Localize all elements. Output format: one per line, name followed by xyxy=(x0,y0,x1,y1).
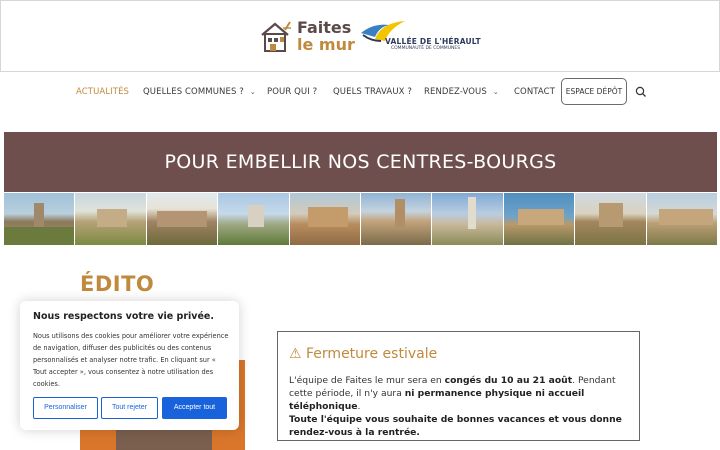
edito-image-building xyxy=(116,430,212,450)
notice-title: ⚠ Fermeture estivale xyxy=(289,346,437,362)
summer-closure-notice: ⚠ Fermeture estivale L'équipe de Faites … xyxy=(277,331,640,441)
nav-rendez-vous[interactable]: RENDEZ-VOUS ⌄ xyxy=(424,78,499,106)
village-photo xyxy=(361,193,432,245)
village-photo xyxy=(575,193,646,245)
village-photo xyxy=(646,193,718,245)
search-icon[interactable] xyxy=(634,85,648,99)
village-photo xyxy=(432,193,503,245)
warning-icon: ⚠ xyxy=(289,346,302,362)
cookie-text: Nous utilisons des cookies pour améliore… xyxy=(33,332,229,388)
notice-title-text: Fermeture estivale xyxy=(306,346,438,362)
cookie-consent-dialog: Nous respectons votre vie privée. Nous u… xyxy=(20,301,239,430)
notice-text: . xyxy=(357,401,361,412)
cookie-customize-button[interactable]: Personnaliser xyxy=(33,397,98,419)
logo-line-2: le mur xyxy=(297,35,355,54)
chevron-down-icon: ⌄ xyxy=(492,88,499,96)
village-photo xyxy=(4,193,75,245)
nav-quelles-communes[interactable]: QUELLES COMMUNES ? ⌄ xyxy=(143,78,256,106)
cookie-accept-button[interactable]: Accepter tout xyxy=(162,397,227,419)
village-photo xyxy=(218,193,289,245)
notice-text: L'équipe de Faites le mur sera en xyxy=(289,375,445,386)
village-photo xyxy=(75,193,146,245)
notice-body: L'équipe de Faites le mur sera en congés… xyxy=(289,374,629,439)
faites-le-mur-logo[interactable]: Faites le mur xyxy=(259,19,355,55)
village-photo xyxy=(503,193,575,245)
village-photo-strip xyxy=(4,193,718,245)
vallee-name: VALLÉE DE L'HÉRAULT xyxy=(385,37,481,46)
village-photo xyxy=(146,193,218,245)
banner-title: POUR EMBELLIR NOS CENTRES-BOURGS xyxy=(164,151,557,173)
village-photo xyxy=(289,193,361,245)
chevron-down-icon: ⌄ xyxy=(249,88,256,96)
espace-depot-button[interactable]: ESPACE DÉPÔT xyxy=(561,78,627,105)
main-nav: ACTUALITÉS QUELLES COMMUNES ? ⌄ POUR QUI … xyxy=(0,78,720,106)
nav-actualites[interactable]: ACTUALITÉS xyxy=(76,78,129,106)
nav-contact[interactable]: CONTACT xyxy=(514,78,555,106)
nav-pour-qui[interactable]: POUR QUI ? xyxy=(267,78,317,106)
house-logo-icon xyxy=(261,21,291,52)
notice-wishes: Toute l'équipe vous souhaite de bonnes v… xyxy=(289,414,622,438)
notice-dates: congés du 10 au 21 août xyxy=(444,375,573,386)
faites-le-mur-wordmark: Faites le mur xyxy=(297,19,355,53)
hero-banner: POUR EMBELLIR NOS CENTRES-BOURGS xyxy=(4,132,717,192)
edito-title: ÉDITO xyxy=(80,272,155,296)
vallee-subtitle: COMMUNAUTÉ DE COMMUNES xyxy=(391,46,461,51)
site-header: Faites le mur VALLÉE DE L'HÉRAULT COMMUN… xyxy=(0,0,720,72)
cookie-title: Nous respectons votre vie privée. xyxy=(33,311,214,322)
nav-quels-travaux[interactable]: QUELS TRAVAUX ? xyxy=(333,78,412,106)
nav-quelles-communes-label: QUELLES COMMUNES ? xyxy=(143,87,244,97)
vallee-herault-logo[interactable]: VALLÉE DE L'HÉRAULT COMMUNAUTÉ DE COMMUN… xyxy=(359,19,481,55)
nav-rendez-vous-label: RENDEZ-VOUS xyxy=(424,87,487,97)
cookie-reject-button[interactable]: Tout rejeter xyxy=(101,397,158,419)
